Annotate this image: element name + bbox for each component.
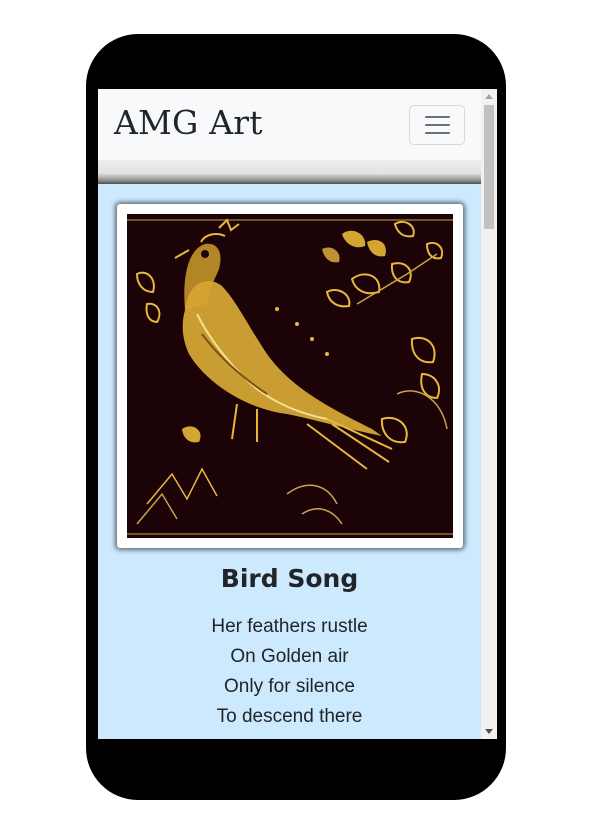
navbar: AMG Art	[98, 89, 481, 160]
navbar-shadow-band	[98, 160, 481, 184]
poem-line: Only for silence	[224, 676, 355, 697]
bird-artwork-image[interactable]	[127, 214, 453, 538]
poem-line: Her feathers rustle	[211, 616, 368, 637]
poem-line: To descend there	[216, 706, 363, 727]
artwork-title: Bird Song	[220, 564, 359, 593]
phone-screen: AMG Art Bird Song Her feathers rustle On…	[98, 89, 497, 739]
navbar-brand[interactable]: AMG Art	[114, 103, 263, 142]
poem-text: Her feathers rustle On Golden air Only f…	[98, 612, 481, 732]
navbar-toggler-button[interactable]	[409, 105, 465, 145]
scroll-up-arrow-icon[interactable]	[485, 94, 493, 99]
artwork-frame	[117, 204, 463, 548]
main-content: Bird Song Her feathers rustle On Golden …	[98, 184, 481, 739]
scroll-down-arrow-icon[interactable]	[485, 729, 493, 734]
scrollbar-thumb[interactable]	[484, 105, 494, 229]
vertical-scrollbar[interactable]	[481, 89, 497, 739]
poem-line: On Golden air	[230, 646, 349, 667]
